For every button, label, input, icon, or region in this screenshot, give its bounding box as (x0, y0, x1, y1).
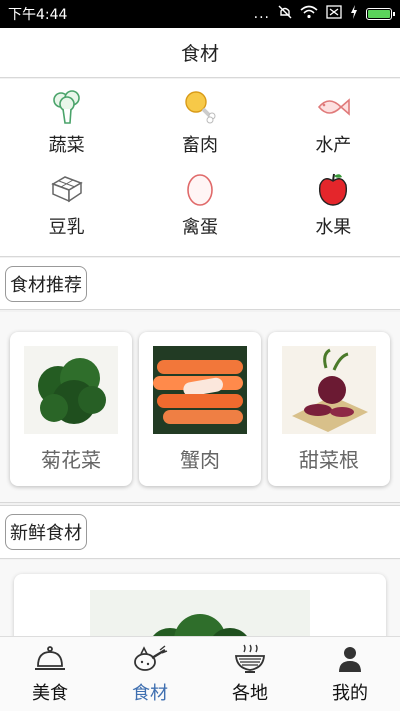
recommend-image (282, 346, 376, 434)
broccoli-icon (47, 87, 87, 127)
page-title: 食材 (180, 43, 219, 65)
recommend-card[interactable]: 菊花菜 (10, 332, 132, 486)
tab-profile[interactable]: 我的 (300, 637, 400, 711)
fresh-title: 新鲜食材 (5, 514, 87, 550)
category-eggs[interactable]: 禽蛋 (133, 169, 266, 251)
category-grid: 蔬菜 畜肉 水产 豆乳 禽蛋 水果 (0, 79, 400, 257)
recommend-header: 食材推荐 (0, 258, 400, 310)
tab-food[interactable]: 美食 (0, 637, 100, 711)
vegetables-icon (132, 643, 168, 675)
status-bar: 下午4:44 ... (0, 0, 400, 28)
category-label: 水果 (315, 217, 352, 238)
category-fruit[interactable]: 水果 (267, 169, 400, 251)
category-vegetables[interactable]: 蔬菜 (0, 87, 133, 169)
fish-icon (313, 87, 353, 127)
status-icons: ... (253, 5, 395, 23)
battery-icon (366, 8, 395, 20)
category-meat[interactable]: 畜肉 (133, 87, 266, 169)
mute-icon (278, 5, 292, 23)
noodle-bowl-icon (232, 643, 268, 675)
category-label: 豆乳 (48, 217, 85, 238)
recommend-card[interactable]: 甜菜根 (268, 332, 390, 486)
tab-label: 各地 (232, 683, 268, 704)
recommend-label: 甜菜根 (299, 448, 359, 472)
fresh-card[interactable] (14, 574, 386, 636)
bottom-tab-bar: 美食 食材 各地 我的 (0, 636, 400, 711)
status-time: 下午4:44 (8, 7, 68, 23)
tab-regions[interactable]: 各地 (200, 637, 300, 711)
tofu-icon (47, 169, 87, 209)
charging-icon (350, 5, 358, 23)
fresh-list (0, 560, 400, 636)
category-label: 水产 (315, 135, 352, 156)
battery-level (368, 10, 390, 18)
cloche-icon (32, 643, 68, 675)
recommend-card[interactable]: 蟹肉 (139, 332, 261, 486)
person-icon (332, 643, 368, 675)
recommend-list: 菊花菜 蟹肉 甜菜根 (0, 312, 400, 503)
tab-label: 美食 (32, 683, 68, 704)
category-label: 禽蛋 (181, 217, 218, 238)
category-seafood[interactable]: 水产 (267, 87, 400, 169)
category-label: 畜肉 (181, 135, 218, 156)
fresh-image (90, 590, 310, 636)
egg-icon (180, 169, 220, 209)
tab-label: 食材 (132, 683, 168, 704)
recommend-image (24, 346, 118, 434)
more-dots-icon: ... (253, 6, 270, 22)
recommend-title: 食材推荐 (5, 265, 87, 302)
no-sim-icon (326, 5, 342, 23)
recommend-image (153, 346, 247, 434)
category-label: 蔬菜 (48, 135, 85, 156)
category-tofu[interactable]: 豆乳 (0, 169, 133, 251)
tab-ingredients[interactable]: 食材 (100, 637, 200, 711)
wifi-icon (300, 5, 318, 23)
drumstick-icon (180, 87, 220, 127)
tab-label: 我的 (332, 683, 368, 704)
recommend-label: 蟹肉 (180, 448, 220, 472)
recommend-label: 菊花菜 (41, 448, 101, 472)
apple-icon (313, 169, 353, 209)
fresh-header: 新鲜食材 (0, 505, 400, 559)
title-bar: 食材 (0, 28, 400, 78)
